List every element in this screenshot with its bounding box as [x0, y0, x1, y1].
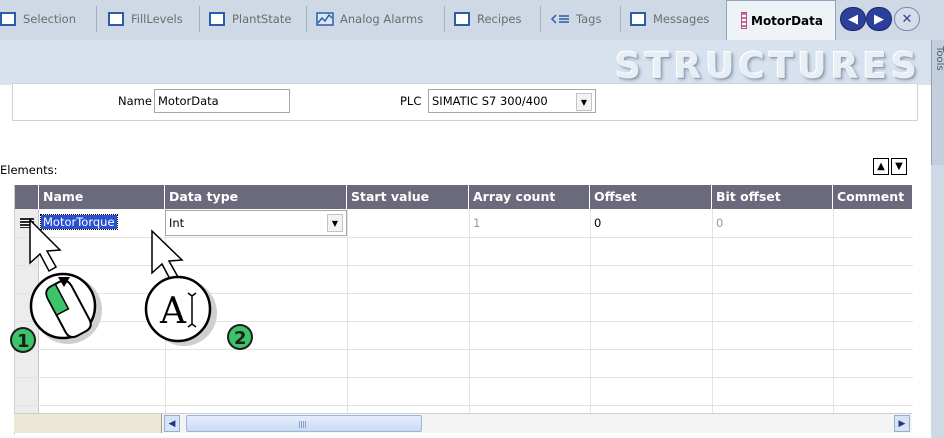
tab-recipes[interactable]: Recipes — [454, 4, 521, 34]
mouse-pointer-icon — [29, 218, 62, 273]
window-icon — [0, 12, 16, 26]
tab-motordata[interactable]: MotorData — [726, 0, 836, 40]
close-icon: ✕ — [901, 11, 913, 27]
cell-array-count[interactable]: 1 — [473, 216, 480, 230]
tags-icon — [550, 13, 570, 25]
tab-analog-alarms[interactable]: Analog Alarms — [316, 4, 423, 34]
tools-sidebar-tab[interactable]: Tools — [931, 40, 944, 165]
column-header-offset[interactable]: Offset — [590, 185, 712, 209]
tools-sidebar: Tools — [931, 40, 944, 438]
grip-icon — [299, 421, 307, 428]
grid-line — [347, 209, 348, 417]
tab-label: FillLevels — [131, 12, 183, 26]
tab-separator — [199, 6, 200, 32]
text-cursor-glyph: A — [159, 291, 187, 332]
arrow-down-icon: ▼ — [895, 161, 903, 172]
tab-separator — [306, 6, 307, 32]
text-edit-icon: A — [144, 275, 217, 346]
mouse-click-icon — [29, 272, 102, 344]
window-icon — [209, 12, 225, 26]
tab-selection[interactable]: Selection — [0, 4, 76, 34]
column-header-start-value[interactable]: Start value — [347, 185, 469, 209]
name-field-value: MotorData — [158, 94, 219, 108]
grid-line — [712, 209, 713, 417]
step-2-number: 2 — [234, 328, 247, 349]
plc-select[interactable]: SIMATIC S7 300/400 ▼ — [428, 89, 596, 113]
tab-messages[interactable]: Messages — [630, 4, 709, 34]
arrow-right-icon: ▶ — [874, 11, 884, 27]
scroll-left-button[interactable]: ◀ — [164, 415, 180, 432]
tab-label: PlantState — [232, 12, 292, 26]
scrollbar-lead-area — [14, 414, 162, 433]
editor-header: STRUCTURES — [0, 40, 931, 87]
cell-offset[interactable]: 0 — [594, 216, 601, 230]
grid-line — [15, 377, 913, 378]
tab-separator — [620, 6, 621, 32]
page-title: STRUCTURES — [615, 46, 921, 87]
next-tab-button[interactable]: ▶ — [866, 7, 892, 31]
structure-icon — [741, 12, 747, 29]
tab-label: Tags — [576, 12, 602, 26]
chevron-down-icon[interactable]: ▼ — [576, 93, 592, 111]
prev-tab-button[interactable]: ◀ — [840, 7, 866, 31]
chevron-left-icon: ◀ — [168, 418, 176, 429]
tab-separator — [540, 6, 541, 32]
chevron-right-icon: ▶ — [898, 418, 906, 429]
name-label: Name — [118, 94, 152, 108]
cell-bit-offset[interactable]: 0 — [716, 216, 723, 230]
chevron-down-icon[interactable]: ▼ — [327, 214, 343, 232]
structure-properties-panel: Name MotorData PLC SIMATIC S7 300/400 ▼ — [12, 83, 918, 121]
plc-label: PLC — [400, 94, 422, 108]
move-down-button[interactable]: ▼ — [891, 158, 907, 175]
tutorial-annotation-overlay: A 1 2 — [10, 218, 253, 353]
column-header-comment[interactable]: Comment — [833, 185, 913, 209]
analog-alarm-icon — [316, 12, 334, 26]
window-icon — [108, 12, 124, 26]
tab-plantstate[interactable]: PlantState — [209, 4, 291, 34]
scroll-right-button[interactable]: ▶ — [894, 415, 910, 432]
scrollbar-thumb[interactable] — [186, 415, 422, 432]
horizontal-scrollbar[interactable]: ◀ ▶ — [14, 413, 912, 433]
plc-select-value: SIMATIC S7 300/400 — [432, 94, 548, 108]
arrow-up-icon: ▲ — [877, 161, 885, 172]
tab-label: Recipes — [477, 12, 522, 26]
window-icon — [454, 12, 470, 26]
close-tab-button[interactable]: ✕ — [894, 7, 920, 31]
tab-filllevels[interactable]: FillLevels — [108, 4, 183, 34]
window-icon — [630, 12, 646, 26]
arrow-left-icon: ◀ — [848, 11, 858, 27]
tools-sidebar-label: Tools — [934, 46, 944, 71]
grid-line — [15, 405, 913, 406]
elements-label: Elements: — [0, 163, 58, 177]
tab-label: MotorData — [751, 13, 823, 28]
column-header-array-count[interactable]: Array count — [469, 185, 590, 209]
move-up-button[interactable]: ▲ — [873, 158, 889, 175]
tab-label: Selection — [23, 12, 76, 26]
mouse-pointer-icon — [151, 229, 184, 283]
name-field[interactable]: MotorData — [154, 89, 290, 113]
tab-separator — [444, 6, 445, 32]
tab-bar: Selection FillLevels PlantState Analog A… — [0, 0, 944, 40]
tab-label: Messages — [653, 12, 710, 26]
grid-line — [469, 209, 470, 417]
tab-tags[interactable]: Tags — [550, 4, 601, 34]
step-1-badge: 1 — [10, 327, 36, 353]
step-1-number: 1 — [17, 331, 30, 352]
grid-line — [833, 209, 834, 417]
tab-separator — [96, 6, 97, 32]
grid-line — [590, 209, 591, 417]
tab-label: Analog Alarms — [340, 12, 424, 26]
column-header-bit-offset[interactable]: Bit offset — [712, 185, 833, 209]
step-2-badge: 2 — [227, 324, 253, 350]
